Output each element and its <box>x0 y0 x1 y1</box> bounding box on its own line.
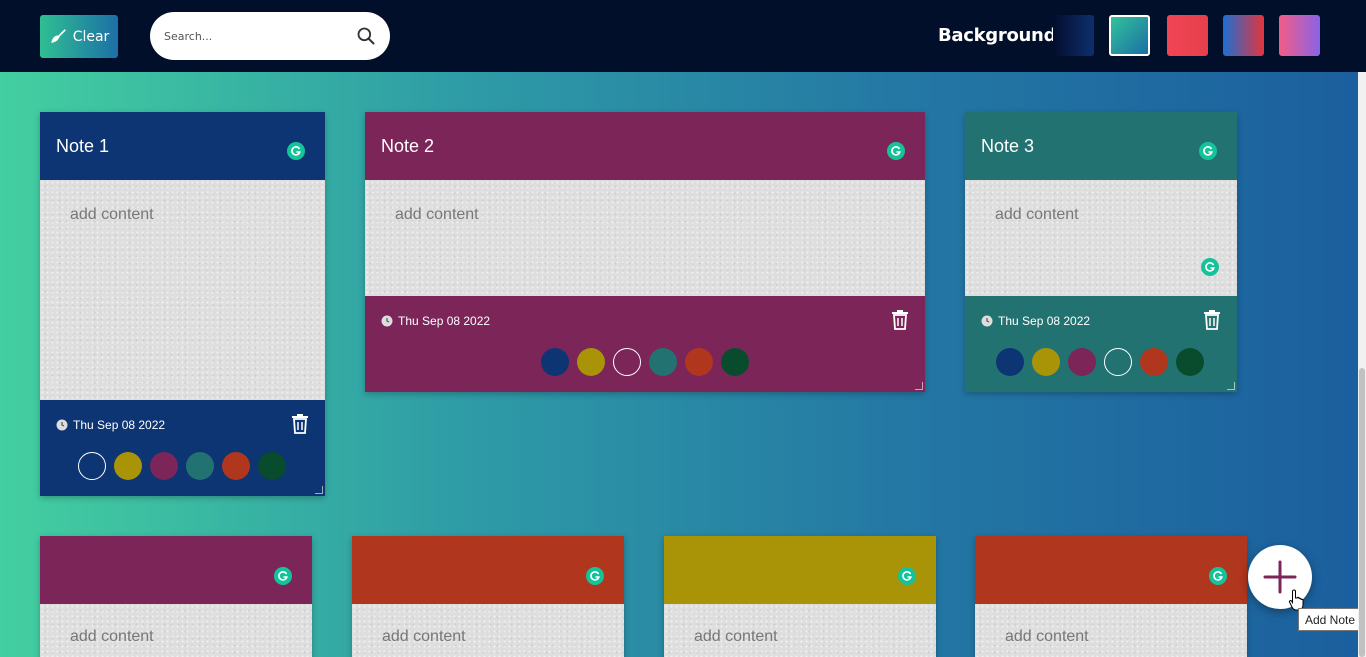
color-dot[interactable] <box>186 452 214 480</box>
note-footer: Thu Sep 08 2022 <box>365 296 925 392</box>
note-card: Note 2 add content Thu Sep 08 2022 <box>365 112 925 392</box>
note-date: Thu Sep 08 2022 <box>381 314 490 328</box>
color-dot[interactable] <box>78 452 106 480</box>
trash-icon[interactable] <box>891 310 909 330</box>
note-card: Note 3 add content Thu Sep 08 2022 <box>965 112 1237 392</box>
clock-icon <box>56 419 68 431</box>
grammarly-icon[interactable] <box>887 142 905 160</box>
note-card: add content <box>352 536 624 657</box>
note-title[interactable]: Note 2 <box>381 136 434 157</box>
note-footer: Thu Sep 08 2022 <box>965 296 1237 392</box>
note-header: Note 1 <box>40 112 325 180</box>
note-content[interactable]: add content <box>1005 628 1089 646</box>
trash-icon[interactable] <box>291 414 309 434</box>
color-dot[interactable] <box>1068 348 1096 376</box>
trash-icon[interactable] <box>1203 310 1221 330</box>
broom-icon <box>50 28 66 43</box>
note-header: Note 2 <box>365 112 925 180</box>
color-dot[interactable] <box>150 452 178 480</box>
note-card: Note 1 add content Thu Sep 08 2022 <box>40 112 325 496</box>
color-dot[interactable] <box>649 348 677 376</box>
note-date: Thu Sep 08 2022 <box>981 314 1090 328</box>
clear-label: Clear <box>72 28 110 45</box>
color-dot[interactable] <box>541 348 569 376</box>
note-title[interactable]: Note 1 <box>56 136 109 157</box>
note-body[interactable]: add content <box>40 604 312 657</box>
note-date: Thu Sep 08 2022 <box>56 418 165 432</box>
grammarly-icon[interactable] <box>1209 567 1227 585</box>
note-footer: Thu Sep 08 2022 <box>40 400 325 496</box>
note-content[interactable]: add content <box>382 628 466 646</box>
note-header <box>40 536 312 604</box>
note-content[interactable]: add content <box>995 206 1079 224</box>
note-card: add content <box>40 536 312 657</box>
grammarly-icon[interactable] <box>274 567 292 585</box>
color-dot[interactable] <box>613 348 641 376</box>
background-swatch-red[interactable] <box>1167 15 1208 56</box>
resize-handle[interactable] <box>915 382 923 390</box>
clock-icon <box>981 315 993 327</box>
resize-handle[interactable] <box>315 486 323 494</box>
note-body[interactable]: add content <box>352 604 624 657</box>
color-dot[interactable] <box>577 348 605 376</box>
color-dot[interactable] <box>721 348 749 376</box>
note-date-text: Thu Sep 08 2022 <box>73 418 166 432</box>
add-note-tooltip: Add Note <box>1298 608 1363 631</box>
search-box <box>150 12 390 60</box>
note-title[interactable]: Note 3 <box>981 136 1034 157</box>
note-header: Note 3 <box>965 112 1237 180</box>
search-input[interactable] <box>164 26 349 46</box>
clear-button[interactable]: Clear <box>40 15 118 58</box>
color-picker <box>541 348 749 376</box>
scrollbar-thumb[interactable] <box>1359 368 1365 657</box>
note-body[interactable]: add content <box>664 604 936 657</box>
note-body[interactable]: add content <box>965 180 1237 296</box>
note-date-text: Thu Sep 08 2022 <box>998 314 1091 328</box>
note-card: add content <box>664 536 936 657</box>
color-dot[interactable] <box>1032 348 1060 376</box>
note-body[interactable]: add content <box>365 180 925 296</box>
note-content[interactable]: add content <box>70 628 154 646</box>
grammarly-icon[interactable] <box>287 142 305 160</box>
background-swatch-blue-red[interactable] <box>1223 15 1264 56</box>
color-dot[interactable] <box>1176 348 1204 376</box>
grammarly-icon[interactable] <box>1201 258 1219 276</box>
note-header <box>664 536 936 604</box>
scrollbar[interactable] <box>1358 72 1366 657</box>
note-content[interactable]: add content <box>395 206 479 224</box>
background-swatch-teal[interactable] <box>1109 15 1150 56</box>
background-swatch-pink-violet[interactable] <box>1279 15 1320 56</box>
background-swatch-navy[interactable] <box>1053 15 1094 56</box>
grammarly-icon[interactable] <box>898 567 916 585</box>
grammarly-icon[interactable] <box>1199 142 1217 160</box>
color-dot[interactable] <box>114 452 142 480</box>
note-card: add content <box>975 536 1247 657</box>
grammarly-icon[interactable] <box>586 567 604 585</box>
note-content[interactable]: add content <box>694 628 778 646</box>
note-body[interactable]: add content <box>40 180 325 400</box>
color-dot[interactable] <box>685 348 713 376</box>
note-body[interactable]: add content <box>975 604 1247 657</box>
color-dot[interactable] <box>996 348 1024 376</box>
color-dot[interactable] <box>258 452 286 480</box>
note-header <box>352 536 624 604</box>
note-content[interactable]: add content <box>70 206 154 224</box>
note-header <box>975 536 1247 604</box>
note-date-text: Thu Sep 08 2022 <box>398 314 491 328</box>
clock-icon <box>381 315 393 327</box>
color-picker <box>78 452 286 480</box>
background-label: Background <box>938 25 1057 46</box>
color-dot[interactable] <box>1104 348 1132 376</box>
color-picker <box>996 348 1204 376</box>
color-dot[interactable] <box>1140 348 1168 376</box>
resize-handle[interactable] <box>1227 382 1235 390</box>
search-icon[interactable] <box>356 26 376 46</box>
top-bar: Clear Background <box>0 0 1366 72</box>
color-dot[interactable] <box>222 452 250 480</box>
